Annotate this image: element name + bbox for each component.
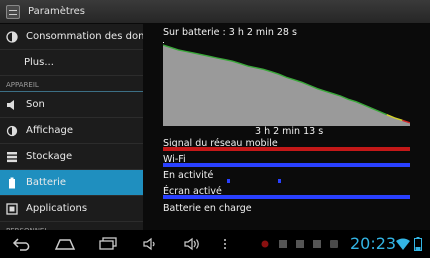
sidebar-item-label: Plus... [24,57,54,68]
system-bar: 20:23 [0,230,430,258]
section-header-personal: PERSONNEL [0,222,143,230]
battery-details-panel: Sur batterie : 3 h 2 min 28 s 3 h 2 min … [143,24,430,230]
sidebar-item-label: Affichage [26,125,73,136]
battery-history-graph[interactable] [163,42,410,126]
notification-image-icon[interactable] [278,237,288,251]
notification-record-icon[interactable] [260,237,270,251]
notification-image-icon[interactable] [295,237,305,251]
sidebar-item-label: Consommation des donné [26,31,143,42]
sidebar-item-applications[interactable]: Applications [0,196,143,222]
battery-status-icon[interactable] [414,237,422,251]
sidebar-item-label: Applications [26,203,88,214]
battery-summary: Sur batterie : 3 h 2 min 28 s [163,27,297,38]
sidebar-item-label: Son [26,99,45,110]
sidebar-item-data-usage[interactable]: Consommation des donné [0,24,143,50]
data-usage-icon [6,30,18,43]
awake-bar-segment [227,179,230,183]
screen-on-bar [163,195,410,199]
notification-app-icon[interactable] [329,237,339,251]
battery-level-area [163,45,410,126]
volume-down-icon[interactable] [142,237,158,251]
settings-sidebar: Consommation des donné Plus... APPAREIL … [0,24,143,230]
recent-apps-icon[interactable] [98,237,118,251]
wifi-signal-icon[interactable] [396,237,410,251]
bar-label-awake: En activité [163,170,214,181]
settings-app-icon [6,4,20,19]
sidebar-item-battery[interactable]: Batterie [0,170,143,196]
storage-icon [6,151,18,163]
app-title: Paramètres [28,6,86,17]
home-icon[interactable] [54,237,76,251]
applications-icon [6,202,18,215]
mobile-signal-bar [163,147,410,151]
sidebar-item-display[interactable]: Affichage [0,118,143,144]
back-icon[interactable] [12,237,34,251]
section-header-device: APPAREIL [0,76,143,92]
brightness-icon [6,125,18,137]
volume-up-icon[interactable] [183,237,201,251]
status-clock[interactable]: 20:23 [350,234,396,253]
bar-label-charging: Batterie en charge [163,203,252,214]
title-bar: Paramètres [0,0,430,24]
sidebar-item-sound[interactable]: Son [0,92,143,118]
menu-icon[interactable] [222,237,228,251]
battery-icon [6,177,18,189]
sidebar-item-storage[interactable]: Stockage [0,144,143,170]
sidebar-item-label: Batterie [26,177,67,188]
sidebar-item-more[interactable]: Plus... [0,50,143,76]
speaker-icon [6,99,18,111]
battery-duration: 3 h 2 min 13 s [255,126,324,137]
awake-bar-segment [278,179,281,183]
notification-image-icon[interactable] [312,237,322,251]
sidebar-item-label: Stockage [26,151,73,162]
wifi-bar [163,163,410,167]
